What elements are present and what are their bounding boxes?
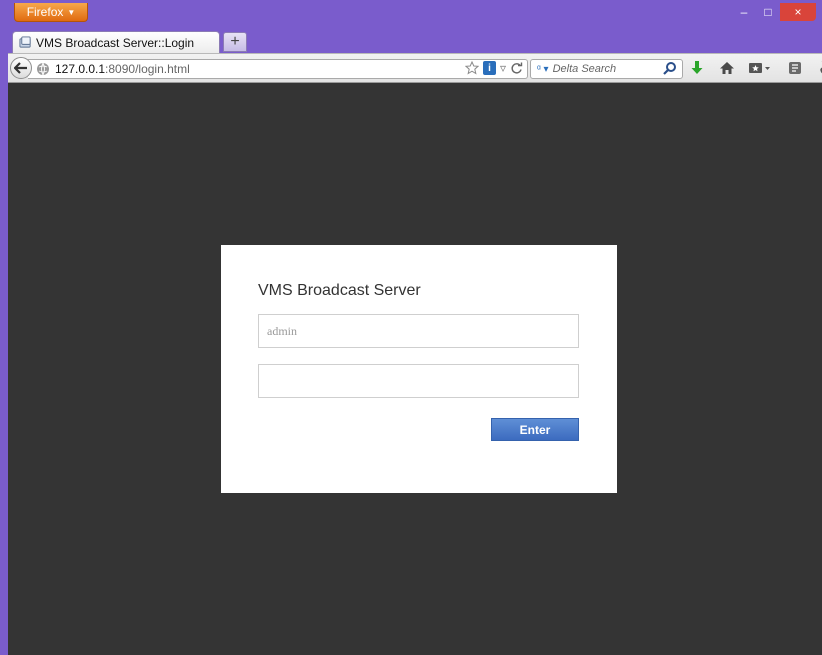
globe-icon [37, 62, 49, 76]
tab-login[interactable]: VMS Broadcast Server::Login [12, 31, 220, 53]
info-icon[interactable]: i [482, 61, 496, 75]
firefox-menu-label: Firefox [26, 5, 64, 19]
page-content: VMS Broadcast Server Enter [8, 83, 822, 655]
back-arrow-icon [14, 62, 27, 74]
bookmark-star-icon[interactable] [464, 61, 479, 75]
navigation-toolbar: 127.0.0.1:8090/login.html i ▿ ᵅ ▾ Delta … [8, 53, 822, 83]
close-button[interactable]: × [780, 3, 816, 21]
login-card: VMS Broadcast Server Enter [221, 245, 617, 493]
url-bar[interactable]: 127.0.0.1:8090/login.html i ▿ [28, 59, 528, 79]
chevron-down-icon: ▼ [67, 7, 76, 17]
download-icon[interactable] [688, 59, 706, 77]
window-controls: – □ × [732, 3, 816, 21]
maximize-button[interactable]: □ [756, 3, 780, 21]
url-host: 127.0.0.1 [55, 62, 106, 76]
enter-button[interactable]: Enter [491, 418, 579, 441]
username-field[interactable] [258, 314, 579, 348]
browser-window: Firefox ▼ – □ × VMS Broadcast Server::Lo… [0, 0, 822, 655]
search-bar[interactable]: ᵅ ▾ Delta Search [530, 59, 683, 79]
history-dropdown-icon[interactable]: ▿ [500, 61, 506, 75]
url-path: :8090/login.html [105, 62, 190, 76]
page-favicon-icon [19, 36, 31, 48]
home-icon[interactable] [718, 59, 736, 77]
search-icon[interactable] [662, 61, 678, 77]
firefox-menu-button[interactable]: Firefox ▼ [14, 3, 88, 22]
addon-icon[interactable] [816, 59, 822, 77]
reload-icon[interactable] [510, 62, 523, 75]
delta-search-icon[interactable]: ᵅ ▾ [537, 64, 549, 75]
minimize-button[interactable]: – [732, 3, 756, 21]
password-field[interactable] [258, 364, 579, 398]
bookmarks-menu-icon[interactable] [748, 59, 774, 77]
toolbar-icons [688, 59, 822, 77]
new-tab-button[interactable]: + [223, 32, 247, 52]
tab-title: VMS Broadcast Server::Login [36, 35, 195, 50]
search-input[interactable]: Delta Search [553, 63, 617, 75]
login-title: VMS Broadcast Server [258, 282, 421, 299]
url-bar-actions: i ▿ [464, 61, 523, 75]
evernote-icon[interactable] [786, 59, 804, 77]
back-button[interactable] [10, 57, 32, 79]
